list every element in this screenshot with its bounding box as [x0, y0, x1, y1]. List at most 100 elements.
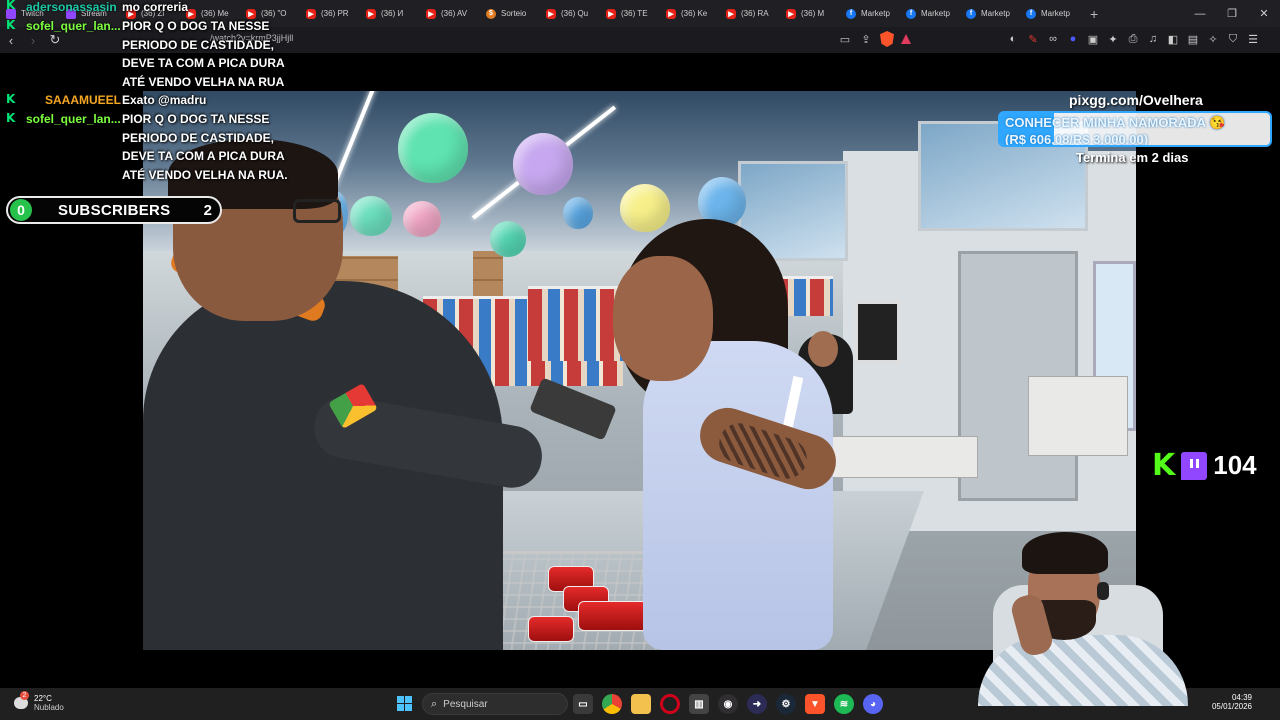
obs-icon[interactable]: ◉ — [718, 694, 738, 714]
weather-temperature: 22°C — [34, 694, 52, 703]
kick-logo-icon: K — [1152, 447, 1176, 483]
balloon — [398, 113, 468, 183]
browser-tab[interactable]: f Marketp — [960, 0, 1020, 27]
screenshot-icon[interactable]: ⎙ — [1126, 31, 1140, 47]
chrome-icon[interactable] — [602, 694, 622, 714]
forward-button[interactable]: › — [22, 33, 44, 48]
browser-tab-label: Sorteio — [501, 9, 527, 18]
subscriber-label: SUBSCRIBERS — [58, 201, 171, 219]
wallet-icon[interactable]: ▤ — [1186, 31, 1200, 47]
extension-icon[interactable]: ▣ — [1086, 31, 1100, 47]
woman-face — [613, 256, 713, 381]
chat-username[interactable]: sofel_quer_lan... — [26, 19, 121, 33]
chat-message: mo correria — [122, 0, 189, 14]
browser-tab[interactable]: f Marketp — [900, 0, 960, 27]
search-icon: ⌕ — [431, 697, 438, 710]
browser-tab[interactable]: ▶ (36) M — [780, 0, 840, 27]
browser-tab-label: (36) TE — [621, 9, 648, 18]
browser-tab[interactable]: ▶ (36) RA — [720, 0, 780, 27]
twitch-logo-icon — [1181, 451, 1208, 480]
background-cashier-head — [808, 331, 838, 367]
browser-tab[interactable]: f Marketp — [840, 0, 900, 27]
discord-icon[interactable]: ◕ — [863, 694, 883, 714]
maximize-button[interactable]: ❐ — [1216, 7, 1248, 20]
facebook-icon: f — [966, 8, 976, 19]
extension-icon[interactable]: ∞ — [1046, 31, 1060, 47]
balloon — [620, 184, 670, 232]
facebook-icon: f — [846, 8, 856, 19]
youtube-icon: ▶ — [786, 8, 796, 19]
extension-icon[interactable]: ✎ — [1026, 31, 1040, 47]
back-button[interactable]: ‹ — [0, 33, 22, 48]
system-clock[interactable]: 04:39 05/01/2026 — [1212, 693, 1252, 711]
browser-tab[interactable]: ▶ (36) PR — [300, 0, 360, 27]
sidebar-icon[interactable]: ◧ — [1166, 31, 1180, 47]
browser-tab[interactable]: f Marketp — [1020, 0, 1080, 27]
browser-tab[interactable]: ▶ (36) Qu — [540, 0, 600, 27]
steam-icon[interactable]: ⚙ — [776, 694, 796, 714]
brave-shield-icon[interactable] — [880, 31, 894, 47]
reload-button[interactable]: ↻ — [44, 32, 66, 48]
youtube-icon: ▶ — [306, 8, 316, 19]
browser-tab-label: Marketp — [921, 9, 950, 18]
share-icon[interactable]: ⇪ — [859, 31, 873, 47]
browser-tab[interactable]: ▶ (36) И — [360, 0, 420, 27]
weighing-scale — [1028, 376, 1128, 456]
browser-tab-label: (36) AV — [441, 9, 468, 18]
weather-widget[interactable]: 22°C Nublado — [14, 691, 64, 712]
kick-badge-icon: K — [6, 0, 16, 12]
pos-monitor — [855, 301, 900, 363]
browser-tab[interactable]: ▶ (36) Ke — [660, 0, 720, 27]
youtube-icon: ▶ — [366, 8, 376, 19]
extension-icon[interactable]: ● — [1066, 31, 1080, 47]
cast-icon[interactable]: ▭ — [838, 31, 852, 47]
chat-username[interactable]: SAAAMUEEL — [45, 93, 121, 107]
vpn-icon[interactable]: ✧ — [1206, 31, 1220, 47]
shield-icon[interactable]: ⛉ — [1226, 31, 1240, 47]
app-icon[interactable]: ▥ — [689, 694, 709, 714]
window-controls: — ❐ ✕ — [1184, 0, 1280, 27]
browser-tab-label: (36) RA — [741, 9, 769, 18]
facebook-icon: f — [906, 8, 916, 19]
extensions-icon[interactable]: ✦ — [1106, 31, 1120, 47]
donation-goal-title: CONHECER MINHA NAMORADA 😘 — [1005, 115, 1226, 130]
browser-tab-label: (36) M — [801, 9, 825, 18]
chat-message: PIOR Q O DOG TA NESSE PERIODO DE CASTIDA… — [122, 112, 288, 182]
earphone — [1097, 582, 1109, 600]
balloon — [490, 221, 526, 257]
kick-badge-icon: K — [6, 18, 16, 32]
chat-message: PIOR Q O DOG TA NESSE PERIODO DE CASTIDA… — [122, 19, 285, 89]
opera-icon[interactable] — [660, 694, 680, 714]
close-button[interactable]: ✕ — [1248, 7, 1280, 20]
new-tab-button[interactable]: + — [1080, 6, 1108, 22]
file-explorer-icon[interactable]: ▭ — [573, 694, 593, 714]
extension-icon[interactable]: ◐ — [1006, 31, 1020, 47]
clock-time: 04:39 — [1231, 693, 1252, 702]
app-icon[interactable]: ➜ — [747, 694, 767, 714]
brave-rewards-icon[interactable] — [901, 34, 911, 44]
glasses — [293, 199, 341, 223]
soda-can — [528, 616, 574, 642]
spotify-icon[interactable]: ≋ — [834, 694, 854, 714]
search-placeholder: Pesquisar — [443, 698, 488, 710]
browser-tab-label: (36) Qu — [561, 9, 589, 18]
kick-badge-icon: K — [6, 92, 16, 106]
browser-tab-label: Marketp — [1041, 9, 1070, 18]
browser-tab-label: (36) Ke — [681, 9, 708, 18]
start-button[interactable] — [397, 696, 412, 711]
folder-icon[interactable] — [631, 694, 651, 714]
menu-icon[interactable]: ☰ — [1246, 31, 1260, 47]
media-icon[interactable]: ♫ — [1146, 31, 1160, 47]
youtube-icon: ▶ — [606, 8, 616, 19]
browser-tab[interactable]: ▶ (36) AV — [420, 0, 480, 27]
browser-tab[interactable]: ▶ (36) TE — [600, 0, 660, 27]
giveaway-icon: $ — [486, 8, 496, 19]
chat-username[interactable]: sofel_quer_lan... — [26, 112, 121, 126]
brave-icon[interactable]: ▼ — [805, 694, 825, 714]
card-machine — [529, 377, 617, 441]
browser-tab[interactable]: $ Sorteio — [480, 0, 540, 27]
taskbar-search[interactable]: ⌕ Pesquisar — [422, 693, 568, 715]
minimize-button[interactable]: — — [1184, 8, 1216, 20]
chat-username[interactable]: adersonassasin — [26, 0, 117, 14]
streamer-shirt — [978, 635, 1188, 706]
